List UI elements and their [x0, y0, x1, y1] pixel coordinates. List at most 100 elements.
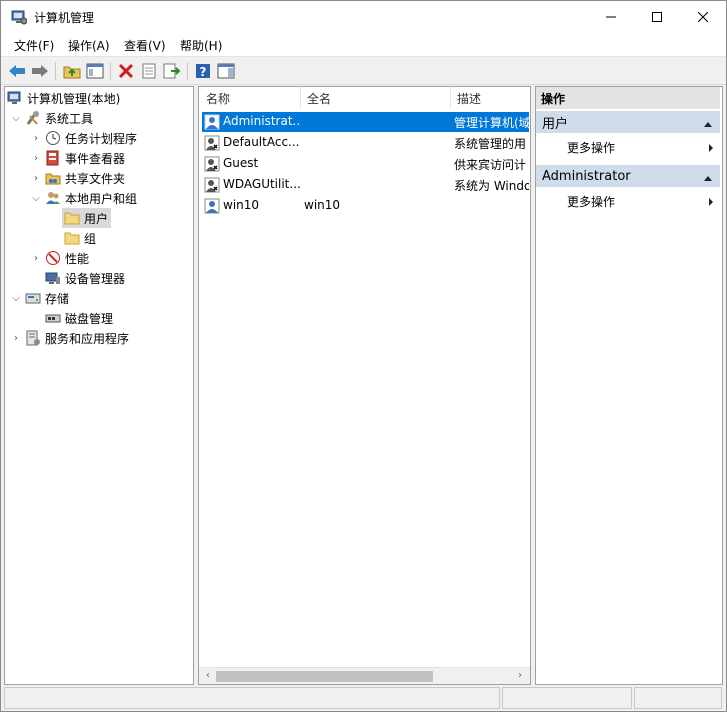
- tree-label: 服务和应用程序: [45, 331, 130, 346]
- menu-help[interactable]: 帮助(H): [180, 37, 222, 54]
- chevron-right-icon[interactable]: ›: [30, 153, 42, 164]
- table-row[interactable]: WDAGUtilit... 系统为 Windo: [202, 175, 529, 195]
- tree-item-device-manager[interactable]: 设备管理器: [42, 268, 125, 288]
- chevron-down-icon[interactable]: ⌵: [10, 113, 22, 124]
- performance-icon: [45, 250, 61, 266]
- tree-item-local-users-groups[interactable]: ⌵ 本地用户和组: [30, 188, 137, 208]
- scroll-left-icon[interactable]: ‹: [202, 670, 214, 683]
- collapse-up-icon[interactable]: [703, 171, 713, 186]
- minimize-button[interactable]: [588, 1, 634, 32]
- status-section: [4, 687, 500, 709]
- user-disabled-icon: [204, 156, 220, 172]
- cell-name: win10: [223, 198, 260, 212]
- back-arrow-icon[interactable]: [7, 61, 27, 81]
- show-hide-tree-icon[interactable]: [85, 61, 105, 81]
- forward-arrow-icon[interactable]: [30, 61, 50, 81]
- console-tree-pane: 计算机管理(本地) ⌵ 系统工具 › 任务计划程序 › 事件查看器 › 共享文件…: [4, 86, 194, 685]
- cell-description: 供来宾访问计: [454, 158, 527, 172]
- chevron-right-icon[interactable]: ›: [30, 133, 42, 144]
- tree-item-services-apps[interactable]: › 服务和应用程序: [10, 328, 129, 348]
- folder-icon: [64, 230, 80, 246]
- tree-label: 存储: [45, 291, 70, 306]
- tree-item-groups[interactable]: 组: [62, 228, 96, 248]
- tree-item-task-scheduler[interactable]: › 任务计划程序: [30, 128, 137, 148]
- collapse-up-icon[interactable]: [703, 117, 713, 132]
- maximize-button[interactable]: [634, 1, 680, 32]
- cell-description: 系统管理的用: [454, 137, 527, 151]
- properties-icon[interactable]: [139, 61, 159, 81]
- menu-file[interactable]: 文件(F): [14, 37, 54, 54]
- cell-name: Guest: [223, 156, 259, 170]
- close-button[interactable]: [680, 1, 726, 32]
- cell-fullname: win10: [304, 198, 341, 212]
- table-row[interactable]: win10 win10: [202, 196, 529, 216]
- table-row[interactable]: Administrat... 管理计算机(域: [202, 112, 529, 132]
- tree-label: 计算机管理(本地): [27, 91, 121, 106]
- column-header-name[interactable]: 名称: [199, 87, 300, 109]
- user-disabled-icon: [204, 135, 220, 151]
- computer-management-icon: [7, 90, 23, 106]
- shared-folder-icon: [45, 170, 61, 186]
- more-actions-administrator[interactable]: 更多操作: [567, 193, 615, 210]
- svg-text:?: ?: [200, 65, 207, 79]
- user-icon: [204, 114, 220, 130]
- table-row[interactable]: Guest 供来宾访问计: [202, 154, 529, 174]
- chevron-down-icon[interactable]: ⌵: [10, 293, 22, 304]
- device-manager-icon: [45, 270, 61, 286]
- status-section: [502, 687, 632, 709]
- submenu-arrow-icon[interactable]: [708, 142, 714, 156]
- tree-label: 设备管理器: [65, 271, 126, 286]
- tree-item-event-viewer[interactable]: › 事件查看器: [30, 148, 125, 168]
- delete-icon[interactable]: [116, 61, 136, 81]
- tree-label: 事件查看器: [65, 151, 126, 166]
- column-header-description[interactable]: 描述: [450, 87, 530, 109]
- tree-label: 组: [84, 231, 97, 246]
- submenu-arrow-icon[interactable]: [708, 196, 714, 210]
- chevron-right-icon[interactable]: ›: [10, 333, 22, 344]
- tree-item-disk-management[interactable]: 磁盘管理: [42, 308, 113, 328]
- column-header-fullname[interactable]: 全名: [300, 87, 450, 109]
- tree-item-storage[interactable]: ⌵ 存储: [10, 288, 69, 308]
- tree-item-performance[interactable]: › 性能: [30, 248, 89, 268]
- disk-management-icon: [45, 310, 61, 326]
- computer-management-icon: [11, 9, 28, 25]
- users-group-icon: [45, 190, 61, 206]
- cell-description: 管理计算机(域: [454, 116, 529, 130]
- chevron-down-icon[interactable]: ⌵: [30, 193, 42, 204]
- tree-item-system-tools[interactable]: ⌵ 系统工具: [10, 108, 93, 128]
- tree-label: 任务计划程序: [65, 131, 138, 146]
- tree-label: 磁盘管理: [65, 311, 114, 326]
- up-folder-icon[interactable]: [62, 61, 82, 81]
- chevron-right-icon[interactable]: ›: [30, 253, 42, 264]
- users-list-pane: 名称 全名 描述 Administrat... 管理计算机(域 DefaultA…: [198, 86, 531, 685]
- status-bar: [4, 687, 723, 709]
- actions-section-administrator[interactable]: Administrator: [536, 165, 720, 187]
- help-icon[interactable]: ?: [193, 61, 213, 81]
- menu-view[interactable]: 查看(V): [124, 37, 166, 54]
- tree-label: 系统工具: [45, 111, 94, 126]
- scrollbar-thumb[interactable]: [216, 671, 433, 682]
- tree-item-root[interactable]: 计算机管理(本地): [7, 88, 120, 108]
- scroll-right-icon[interactable]: ›: [514, 670, 526, 683]
- export-list-icon[interactable]: [162, 61, 182, 81]
- actions-section-users[interactable]: 用户: [536, 111, 720, 133]
- tree-item-users[interactable]: 用户: [62, 208, 112, 228]
- table-row[interactable]: DefaultAcc... 系统管理的用: [202, 133, 529, 153]
- tree-item-shared-folders[interactable]: › 共享文件夹: [30, 168, 125, 188]
- menu-bar: 文件(F) 操作(A) 查看(V) 帮助(H): [1, 32, 726, 56]
- more-actions-users[interactable]: 更多操作: [567, 139, 615, 156]
- cell-name: WDAGUtilit...: [223, 177, 301, 191]
- menu-action[interactable]: 操作(A): [68, 37, 110, 54]
- storage-icon: [25, 290, 41, 306]
- action-pane-icon[interactable]: [216, 61, 236, 81]
- window-title: 计算机管理: [34, 11, 95, 25]
- chevron-right-icon[interactable]: ›: [30, 173, 42, 184]
- tree-label: 共享文件夹: [65, 171, 126, 186]
- cell-name: DefaultAcc...: [223, 135, 300, 149]
- tree-label: 本地用户和组: [65, 191, 138, 206]
- actions-pane: 操作 用户 更多操作 Administrator 更多操作: [535, 86, 723, 685]
- tree-label: 用户: [84, 211, 109, 226]
- section-label: 用户: [542, 116, 569, 132]
- horizontal-scrollbar[interactable]: ‹ ›: [199, 667, 530, 684]
- status-section: [634, 687, 722, 709]
